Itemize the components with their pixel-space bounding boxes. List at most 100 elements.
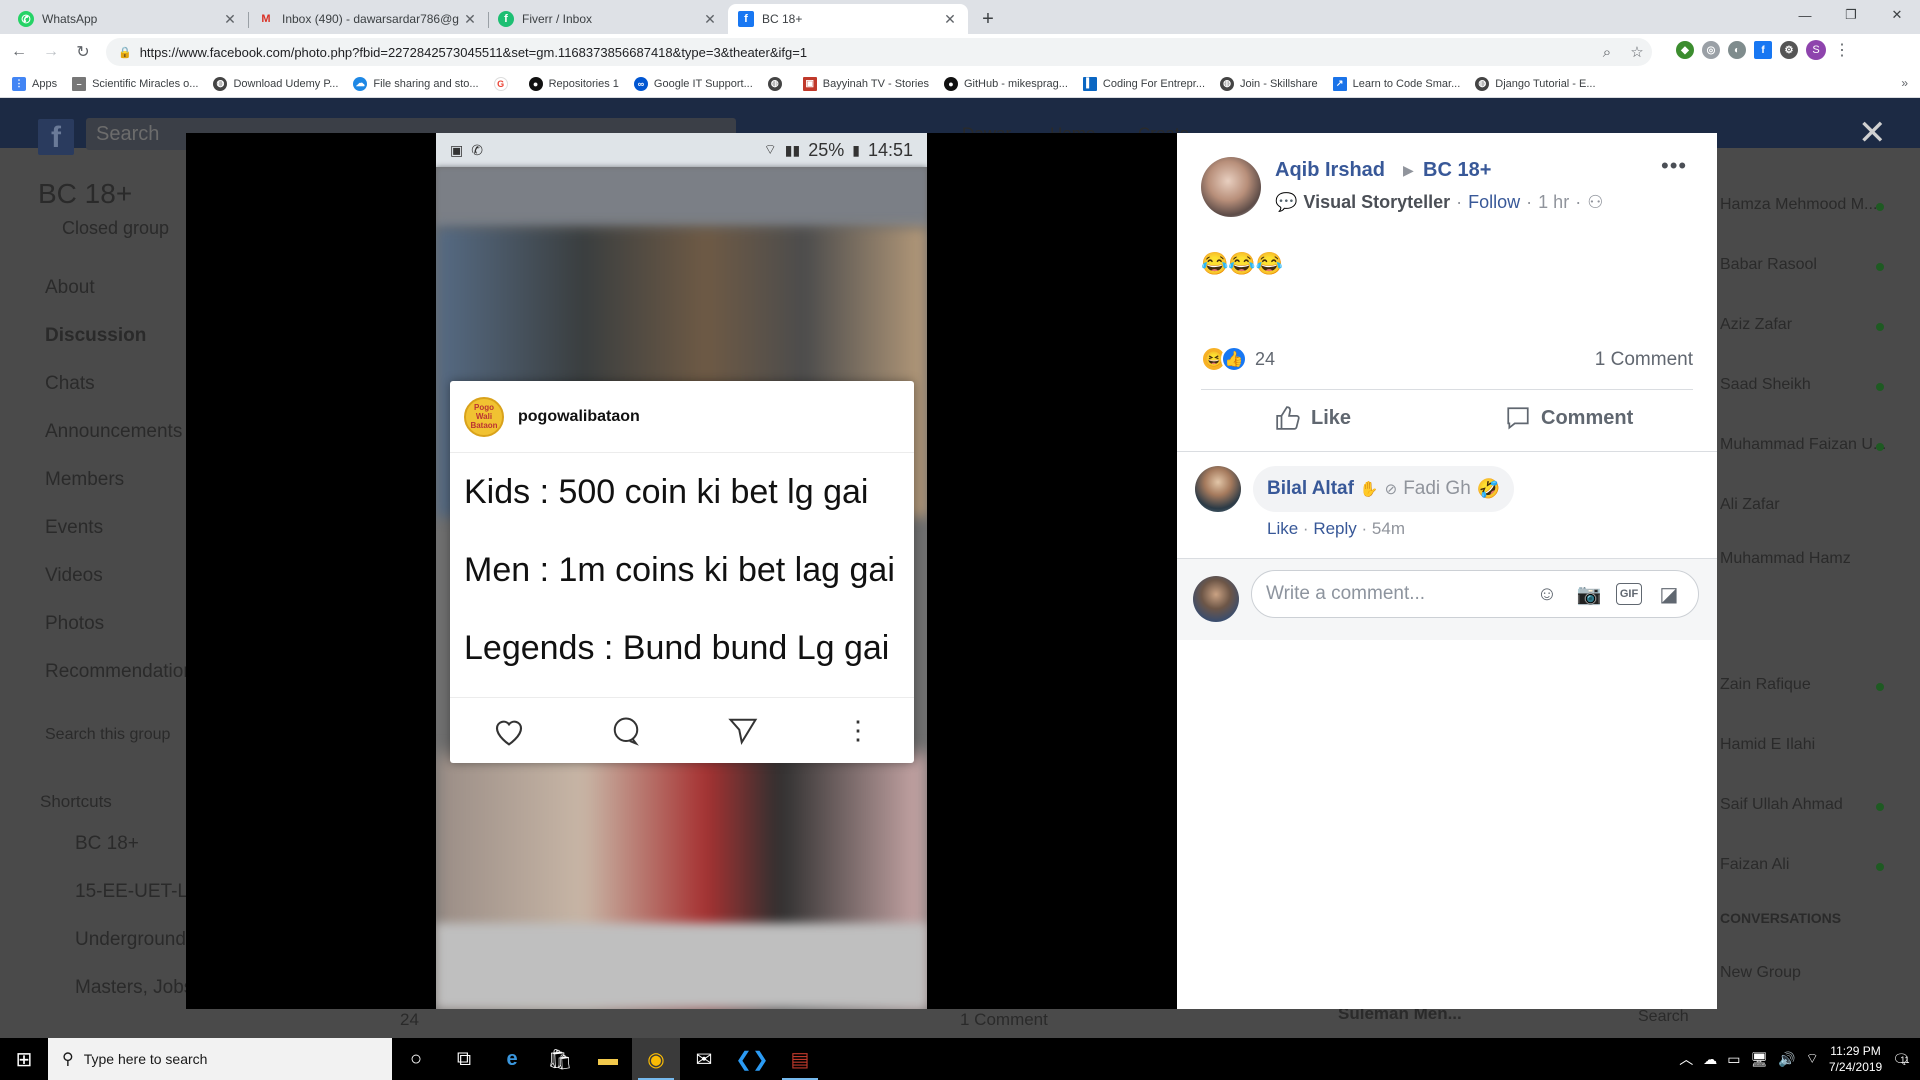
- bookmark-item[interactable]: ↗ Learn to Code Smar...: [1332, 76, 1460, 91]
- bookmark-star-icon[interactable]: ☆: [1622, 43, 1652, 61]
- extension-icon[interactable]: ◐: [1728, 41, 1746, 59]
- facebook-extension-icon[interactable]: f: [1754, 41, 1772, 59]
- file-explorer-icon[interactable]: ▬: [584, 1038, 632, 1080]
- bookmark-item[interactable]: ▣ Bayyinah TV - Stories: [802, 76, 929, 91]
- close-tab-icon[interactable]: ✕: [222, 11, 238, 28]
- comment-reply-link[interactable]: Reply: [1313, 519, 1356, 538]
- more-bookmarks-icon[interactable]: »: [1901, 76, 1908, 90]
- action-center-icon[interactable]: 🗨 11: [1892, 1051, 1910, 1068]
- windows-start-icon[interactable]: ⊞: [0, 1038, 48, 1080]
- taskbar-search[interactable]: ⚲ Type here to search: [48, 1038, 392, 1080]
- close-tab-icon[interactable]: ✕: [942, 11, 958, 28]
- bookmark-label: Scientific Miracles o...: [92, 77, 199, 90]
- background-nav-item: Members: [45, 469, 125, 490]
- tab-title: WhatsApp: [42, 12, 98, 26]
- reaction-summary[interactable]: 😆 👍 24: [1201, 346, 1275, 372]
- post-photo[interactable]: ▣ ✆ ⌔ ▮▮ 25% ▮ 14:51 Pogo Wali Bataon po…: [436, 133, 927, 1009]
- window-controls: — ❐ ✕: [1782, 0, 1920, 30]
- tab-whatsapp[interactable]: ✆ WhatsApp ✕: [8, 4, 248, 34]
- cortana-icon[interactable]: ○: [392, 1038, 440, 1080]
- vscode-icon[interactable]: ❮❯: [728, 1038, 776, 1080]
- bookmark-label: Django Tutorial - E...: [1495, 77, 1596, 90]
- bookmark-item[interactable]: ◍ Django Tutorial - E...: [1475, 76, 1596, 91]
- extension-icon[interactable]: ◆: [1676, 41, 1694, 59]
- storyteller-badge[interactable]: Visual Storyteller: [1303, 192, 1450, 213]
- close-tab-icon[interactable]: ✕: [702, 11, 718, 28]
- task-view-icon[interactable]: ⧉: [440, 1038, 488, 1080]
- notification-count: 11: [1900, 1054, 1910, 1065]
- show-hidden-icons[interactable]: ︿: [1679, 1049, 1693, 1069]
- extension-icon[interactable]: ◎: [1702, 41, 1720, 59]
- address-bar[interactable]: 🔒 https://www.facebook.com/photo.php?fbi…: [106, 38, 1652, 66]
- zoom-icon[interactable]: ⌕: [1592, 44, 1622, 61]
- bookmark-icon: ▍: [1082, 76, 1097, 91]
- comment-timestamp[interactable]: 54m: [1372, 519, 1405, 538]
- back-icon[interactable]: ←: [6, 39, 32, 65]
- comment-input[interactable]: [1266, 583, 1520, 605]
- taskbar-clock[interactable]: 11:29 PM 7/24/2019: [1829, 1043, 1882, 1075]
- bookmark-item[interactable]: ● GitHub - mikesprag...: [943, 76, 1068, 91]
- background-nav-item: Events: [45, 517, 104, 538]
- system-tray: ︿ ☁ ▭ 🖥 🔊 ⌔ 11:29 PM 7/24/2019 🗨 11: [1679, 1043, 1920, 1075]
- bookmark-item[interactable]: ● Repositories 1: [528, 76, 619, 91]
- store-icon[interactable]: 🛍: [536, 1038, 584, 1080]
- edge-icon[interactable]: e: [488, 1038, 536, 1080]
- tab-fiverr[interactable]: f Fiverr / Inbox ✕: [488, 4, 728, 34]
- profile-avatar[interactable]: S: [1806, 40, 1826, 60]
- sticker-icon[interactable]: ◪: [1654, 579, 1684, 609]
- commenter-name[interactable]: Bilal Altaf: [1267, 478, 1354, 500]
- bookmark-item[interactable]: ◍: [767, 76, 788, 91]
- mail-icon[interactable]: ✉: [680, 1038, 728, 1080]
- close-window-icon[interactable]: ✕: [1874, 0, 1920, 30]
- forward-icon[interactable]: →: [38, 39, 64, 65]
- bookmark-item[interactable]: ∞ Google IT Support...: [633, 76, 753, 91]
- chrome-menu-icon[interactable]: ⋮: [1834, 40, 1850, 60]
- maximize-icon[interactable]: ❐: [1828, 0, 1874, 30]
- bookmark-item[interactable]: – Scientific Miracles o...: [72, 76, 199, 91]
- wifi-tray-icon[interactable]: ⌔: [1806, 1050, 1819, 1068]
- close-theater-icon[interactable]: ✕: [1858, 116, 1887, 150]
- post-author-link[interactable]: Aqib Irshad: [1275, 159, 1385, 182]
- tagged-name[interactable]: Fadi Gh: [1403, 478, 1471, 500]
- gif-icon[interactable]: GIF: [1616, 583, 1642, 605]
- camera-icon[interactable]: 📷: [1574, 579, 1604, 609]
- battery-tray-icon[interactable]: ▭: [1727, 1051, 1740, 1068]
- emoji-icon[interactable]: ☺: [1532, 579, 1562, 609]
- post-group-link[interactable]: BC 18+: [1423, 159, 1491, 182]
- apps-grid-icon: ⋮: [12, 76, 26, 91]
- url-text[interactable]: https://www.facebook.com/photo.php?fbid=…: [140, 45, 1592, 60]
- minimize-icon[interactable]: —: [1782, 0, 1828, 30]
- network-icon[interactable]: 🖥: [1750, 1051, 1768, 1068]
- volume-icon[interactable]: 🔊: [1778, 1051, 1795, 1068]
- bookmark-item[interactable]: ▍ Coding For Entrepr...: [1082, 76, 1205, 91]
- new-tab-button[interactable]: +: [974, 4, 1002, 34]
- bookmark-item[interactable]: ☁ File sharing and sto...: [353, 76, 479, 91]
- bookmark-item[interactable]: G: [493, 76, 514, 91]
- tab-facebook-bc18[interactable]: f BC 18+ ✕: [728, 4, 968, 34]
- onedrive-icon[interactable]: ☁: [1703, 1051, 1717, 1068]
- background-contact: Muhammad Hamz: [1720, 550, 1851, 567]
- reload-icon[interactable]: ↻: [70, 39, 96, 65]
- tab-gmail[interactable]: M Inbox (490) - dawarsardar786@g ✕: [248, 4, 488, 34]
- post-timestamp[interactable]: 1 hr: [1538, 192, 1569, 213]
- extension-icon[interactable]: ⚙: [1780, 41, 1798, 59]
- comment-input-box[interactable]: ☺ 📷 GIF ◪: [1251, 570, 1699, 618]
- chrome-icon[interactable]: ◉: [632, 1038, 680, 1080]
- bookmark-apps[interactable]: ⋮ Apps: [12, 76, 57, 91]
- comment-count-link[interactable]: 1 Comment: [1595, 349, 1693, 371]
- like-button[interactable]: Like: [1275, 405, 1351, 431]
- comment-button[interactable]: Comment: [1505, 405, 1633, 431]
- audience-group-icon[interactable]: ⚇: [1587, 192, 1603, 213]
- separator: ·: [1575, 192, 1582, 212]
- bookmark-item[interactable]: ◍ Download Udemy P...: [213, 76, 338, 91]
- winrar-icon[interactable]: ▤: [776, 1038, 824, 1080]
- post-options-icon[interactable]: •••: [1661, 153, 1687, 179]
- author-avatar[interactable]: [1201, 157, 1261, 217]
- bookmark-item[interactable]: ◍ Join - Skillshare: [1220, 76, 1318, 91]
- github-icon: ●: [943, 76, 958, 91]
- bookmark-label: Coding For Entrepr...: [1102, 77, 1205, 90]
- close-tab-icon[interactable]: ✕: [462, 11, 478, 28]
- commenter-avatar[interactable]: [1195, 466, 1241, 512]
- comment-like-link[interactable]: Like: [1267, 519, 1298, 538]
- follow-link[interactable]: Follow: [1468, 192, 1520, 213]
